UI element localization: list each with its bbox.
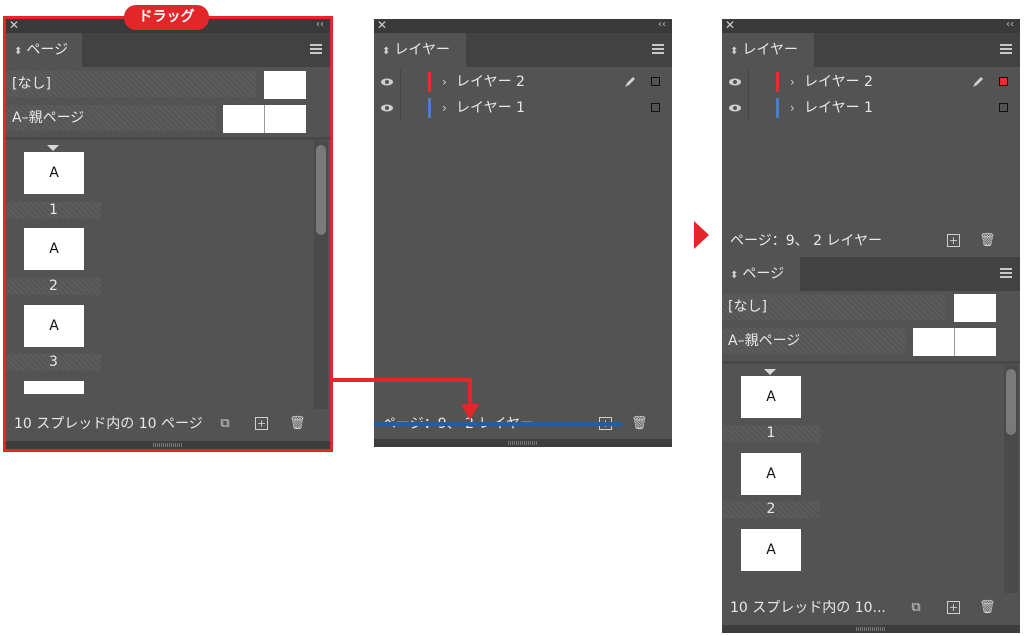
- docked-panel-right: ✕ ‹‹ ⬍ レイヤー › レイヤー 2 › レイヤー 1 ページ：9、 2 レイ…: [722, 18, 1020, 633]
- new-layer-icon[interactable]: +: [947, 234, 960, 247]
- updown-icon: ⬍: [730, 46, 739, 57]
- resize-grip[interactable]: [722, 625, 1020, 633]
- pages-count-label: 10 スプレッド内の 10...: [730, 600, 886, 616]
- layer-color-blue: [776, 98, 779, 118]
- page-thumb-2[interactable]: A: [741, 453, 801, 495]
- lock-column[interactable]: [748, 69, 749, 95]
- scroll-thumb[interactable]: [1006, 369, 1016, 435]
- master-none-row[interactable]: [なし]: [722, 294, 946, 320]
- master-a-thumb[interactable]: [913, 328, 996, 356]
- drag-arrow-head: [461, 404, 479, 420]
- layer-row-1[interactable]: › レイヤー 1: [722, 95, 1020, 121]
- current-spread-indicator: [764, 369, 776, 375]
- page-thumb-3[interactable]: A: [741, 529, 801, 571]
- tab-label: ページ: [742, 266, 785, 282]
- master-none-thumb[interactable]: [954, 294, 996, 322]
- page-number-1: 1: [722, 425, 820, 442]
- tab-layers[interactable]: ⬍ レイヤー: [722, 33, 814, 67]
- master-none-label: [なし]: [728, 299, 767, 315]
- pen-icon: [973, 77, 983, 87]
- layer-color-red: [776, 72, 779, 92]
- tab-label: レイヤー: [742, 42, 798, 58]
- trash-icon[interactable]: 🗑: [979, 234, 996, 248]
- scrollbar[interactable]: [1004, 365, 1018, 593]
- pages-footer: 10 スプレッド内の 10... ⧉ + 🗑: [722, 593, 1020, 623]
- chevron-right-icon[interactable]: ›: [790, 95, 795, 121]
- new-page-icon[interactable]: +: [947, 601, 960, 614]
- drag-path-arrow: [333, 378, 472, 408]
- lock-column[interactable]: [748, 95, 749, 121]
- page-master-label: A: [766, 466, 776, 482]
- edit-pages-icon[interactable]: ⧉: [909, 601, 923, 615]
- layer-name[interactable]: レイヤー 1: [804, 95, 873, 121]
- layers-count-label: ページ：9、 2 レイヤー: [730, 233, 883, 249]
- layer-row-2[interactable]: › レイヤー 2: [722, 69, 1020, 95]
- close-icon[interactable]: ✕: [725, 18, 735, 32]
- master-a-row[interactable]: A–親ページ: [722, 328, 906, 354]
- updown-icon: ⬍: [730, 270, 739, 281]
- trash-icon[interactable]: 🗑: [979, 601, 996, 615]
- tab-pages[interactable]: ⬍ ページ: [722, 257, 800, 291]
- panel-titlebar[interactable]: ✕ ‹‹: [722, 18, 1020, 33]
- divider[interactable]: [722, 361, 1020, 364]
- layer-name[interactable]: レイヤー 2: [804, 69, 873, 95]
- panel-menu-icon[interactable]: [1000, 268, 1012, 278]
- page-number-2: 2: [722, 501, 820, 518]
- master-a-label: A–親ページ: [728, 333, 801, 349]
- selection-square-red[interactable]: [999, 77, 1008, 86]
- eye-icon[interactable]: [728, 75, 742, 89]
- page-thumb-1[interactable]: A: [741, 376, 801, 418]
- panel-menu-icon[interactable]: [1000, 44, 1012, 54]
- page-master-label: A: [766, 542, 776, 558]
- layers-footer: ページ：9、 2 レイヤー + 🗑: [722, 226, 1020, 256]
- selection-square[interactable]: [999, 103, 1008, 112]
- eye-icon[interactable]: [728, 101, 742, 115]
- page-master-label: A: [766, 389, 776, 405]
- chevron-right-icon[interactable]: ›: [790, 69, 795, 95]
- collapse-icon[interactable]: ‹‹: [1006, 18, 1014, 32]
- pages-tab-bar: ⬍ ページ: [722, 257, 1020, 291]
- tab-bar: ⬍ レイヤー: [722, 33, 1020, 67]
- arrow-right-icon: [694, 221, 709, 249]
